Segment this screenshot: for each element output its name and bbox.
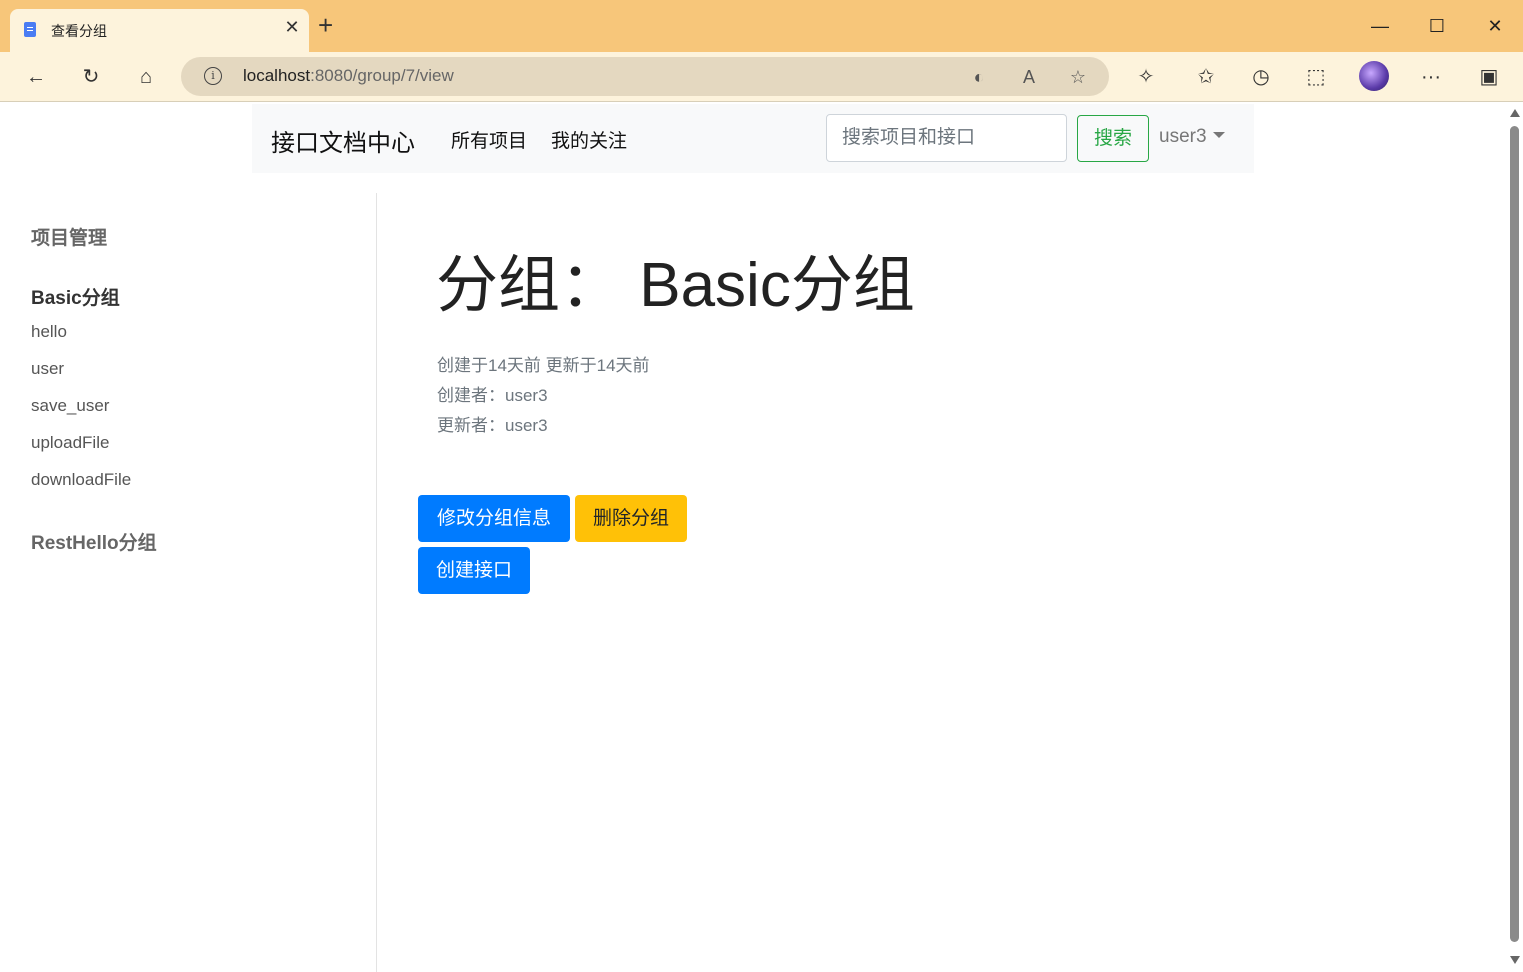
scroll-thumb[interactable] [1510,126,1519,942]
close-window-icon[interactable]: ✕ [1480,12,1510,40]
edit-group-button[interactable]: 修改分组信息 [418,495,570,542]
search-button[interactable]: 搜索 [1077,115,1149,162]
browser-toolbar: ← ↻ ⌂ i localhost:8080/group/7/view ◐ A … [0,52,1523,102]
page-scrollbar[interactable] [1507,104,1523,972]
more-icon[interactable]: ··· [1416,62,1446,92]
favorite-star-icon[interactable]: ☆ [1064,63,1092,91]
address-bar[interactable]: i localhost:8080/group/7/view ◐ A ☆ [181,57,1109,96]
sidebar-item-hello[interactable]: hello [31,322,67,342]
browser-titlebar: 查看分组 ✕ + — ☐ ✕ [0,0,1523,52]
minimize-icon[interactable]: — [1365,12,1395,40]
home-icon[interactable]: ⌂ [131,62,161,92]
user-dropdown[interactable]: user3 [1159,126,1225,148]
close-tab-icon[interactable]: ✕ [282,17,302,38]
sidebar-item-downloadfile[interactable]: downloadFile [31,470,131,490]
nav-my-follows[interactable]: 我的关注 [551,126,627,153]
refresh-icon[interactable]: ↻ [76,62,106,92]
sidebar-item-uploadfile[interactable]: uploadFile [31,433,109,453]
user-name: user3 [1159,126,1207,147]
sidebar-item-save-user[interactable]: save_user [31,396,109,416]
sidebar-group-resthello[interactable]: RestHello分组 [31,528,157,555]
page-title: 分组： Basic分组 [436,251,915,320]
sidebar-group-basic[interactable]: Basic分组 [31,283,120,310]
scroll-up-arrow-icon[interactable] [1510,109,1520,117]
sidebar-item-user[interactable]: user [31,359,64,379]
sidebar: 项目管理 Basic分组 hello user save_user upload… [0,193,377,972]
updater: 更新者：user3 [437,416,548,435]
back-icon[interactable]: ← [21,62,51,92]
maximize-icon[interactable]: ☐ [1422,12,1452,40]
history-icon[interactable]: ◷ [1246,62,1276,92]
timestamps: 创建于14天前 更新于14天前 [437,356,650,375]
sidebar-toggle-icon[interactable]: ▣ [1474,62,1504,92]
creator: 创建者：user3 [437,386,548,405]
site-navbar: 接口文档中心 所有项目 我的关注 搜索项目和接口 搜索 user3 [252,104,1254,173]
screenshot-icon[interactable]: ⬚ [1301,62,1331,92]
delete-group-button[interactable]: 删除分组 [575,495,687,542]
search-input[interactable]: 搜索项目和接口 [826,114,1067,162]
brand[interactable]: 接口文档中心 [271,123,415,158]
tab-title: 查看分组 [51,23,107,39]
document-icon [24,22,36,37]
scroll-down-arrow-icon[interactable] [1510,956,1520,964]
url-text[interactable]: localhost:8080/group/7/view [243,66,454,86]
profile-avatar[interactable] [1359,61,1389,91]
site-info-icon[interactable]: i [204,67,222,85]
browser-tab[interactable]: 查看分组 ✕ [10,9,309,52]
edge-icon[interactable]: ◐ [965,63,993,91]
read-aloud-icon[interactable]: A [1015,63,1043,91]
favorites-icon[interactable]: ✩ [1191,62,1221,92]
extensions-icon[interactable]: ✧ [1131,62,1161,92]
nav-all-projects[interactable]: 所有项目 [451,126,527,153]
sidebar-heading[interactable]: 项目管理 [31,223,107,250]
caret-down-icon [1212,131,1225,138]
create-api-button[interactable]: 创建接口 [418,547,530,594]
new-tab-icon[interactable]: + [318,12,333,38]
